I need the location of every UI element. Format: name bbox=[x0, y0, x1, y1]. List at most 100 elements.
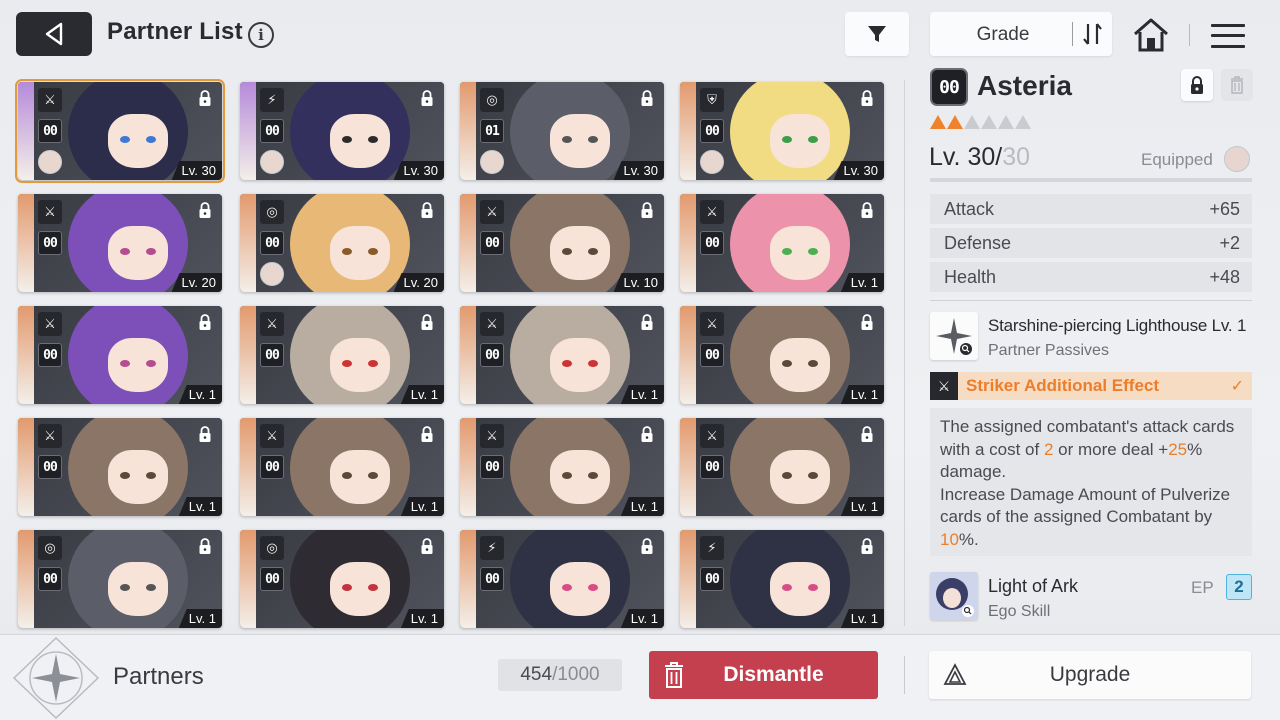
card-rarity-stripe bbox=[18, 82, 34, 180]
grade-badge: 00 bbox=[260, 231, 284, 255]
partner-card[interactable]: ◎ 00 Lv. 1 bbox=[18, 530, 222, 628]
partner-grid: ⚔ 00 Lv. 30 ⚡ 00 Lv. 30 ◎ 01 Lv. 30 ⛨ 00 Lv. 30 ⚔ 00 L… bbox=[15, 79, 884, 632]
delete-button[interactable] bbox=[1221, 69, 1253, 101]
card-rarity-stripe bbox=[460, 530, 476, 628]
grade-badge: 00 bbox=[38, 119, 62, 143]
partner-card[interactable]: ⚔ 00 Lv. 1 bbox=[680, 306, 884, 404]
partner-card[interactable]: ⚔ 00 Lv. 1 bbox=[240, 306, 444, 404]
card-level: Lv. 30 bbox=[171, 161, 222, 180]
star-rating bbox=[930, 115, 1031, 129]
partner-card[interactable]: ⚔ 00 Lv. 1 bbox=[680, 194, 884, 292]
stats-divider bbox=[930, 300, 1252, 301]
filter-icon bbox=[868, 26, 886, 42]
partner-card[interactable]: ⚔ 00 Lv. 1 bbox=[460, 306, 664, 404]
sort-selector[interactable]: Grade bbox=[930, 12, 1112, 56]
passive-subtitle: Partner Passives bbox=[988, 342, 1109, 359]
portrait-face bbox=[550, 450, 610, 504]
portrait-face bbox=[770, 450, 830, 504]
partner-card[interactable]: ⚔ 00 Lv. 30 bbox=[15, 79, 225, 183]
partner-card[interactable]: ◎ 01 Lv. 30 bbox=[460, 82, 664, 180]
effect-header[interactable]: ⚔ Striker Additional Effect ✓ bbox=[930, 372, 1252, 400]
ep-value-badge: 2 bbox=[1226, 574, 1252, 600]
partners-emblem-icon bbox=[12, 636, 100, 720]
partner-card[interactable]: ⚔ 00 Lv. 1 bbox=[240, 418, 444, 516]
dismantle-button[interactable]: Dismantle bbox=[649, 651, 878, 699]
partner-card[interactable]: ◎ 00 Lv. 20 bbox=[240, 194, 444, 292]
partner-card[interactable]: ⚔ 00 Lv. 1 bbox=[18, 306, 222, 404]
grade-badge: 00 bbox=[700, 231, 724, 255]
stat-row-attack: Attack +65 bbox=[930, 194, 1252, 224]
equipped-avatar[interactable] bbox=[1224, 146, 1250, 172]
class-icon: ◎ bbox=[260, 536, 284, 560]
lock-icon bbox=[418, 536, 436, 556]
partner-card[interactable]: ⛨ 00 Lv. 30 bbox=[680, 82, 884, 180]
effect-text: or more deal + bbox=[1053, 439, 1169, 459]
ego-skill-icon[interactable] bbox=[930, 572, 978, 620]
sort-direction-button[interactable] bbox=[1078, 20, 1108, 48]
card-rarity-stripe bbox=[680, 82, 696, 180]
lock-icon bbox=[858, 536, 876, 556]
back-button[interactable] bbox=[16, 12, 92, 56]
lock-icon bbox=[638, 312, 656, 332]
partner-card[interactable]: ⚔ 00 Lv. 10 bbox=[460, 194, 664, 292]
lock-icon bbox=[638, 88, 656, 108]
lock-button[interactable] bbox=[1181, 69, 1213, 101]
stat-value: +65 bbox=[1209, 198, 1240, 219]
card-rarity-stripe bbox=[18, 418, 34, 516]
class-icon: ⚔ bbox=[38, 424, 62, 448]
menu-icon-line bbox=[1211, 34, 1245, 38]
portrait-eye bbox=[808, 360, 818, 367]
card-rarity-stripe bbox=[18, 530, 34, 628]
partner-card[interactable]: ⚡ 00 Lv. 1 bbox=[680, 530, 884, 628]
menu-icon-line bbox=[1211, 45, 1245, 49]
partner-card[interactable]: ◎ 00 Lv. 1 bbox=[240, 530, 444, 628]
bottom-separator bbox=[904, 656, 905, 694]
portrait-eye bbox=[120, 472, 130, 479]
portrait-eye bbox=[342, 136, 352, 143]
portrait-face bbox=[330, 226, 390, 280]
upgrade-button[interactable]: Upgrade bbox=[929, 651, 1251, 699]
trash-icon bbox=[649, 661, 699, 689]
partner-count: 454 / 1000 bbox=[498, 659, 622, 691]
count-total: 1000 bbox=[557, 664, 600, 685]
portrait-eye bbox=[146, 136, 156, 143]
portrait-eye bbox=[588, 360, 598, 367]
equipped-combatant-avatar bbox=[700, 150, 724, 174]
portrait-face bbox=[108, 226, 168, 280]
home-button[interactable] bbox=[1130, 14, 1172, 56]
passive-skill-icon[interactable] bbox=[930, 312, 978, 360]
sort-divider bbox=[1072, 22, 1073, 46]
top-separator bbox=[1189, 24, 1190, 46]
card-level: Lv. 30 bbox=[833, 161, 884, 180]
class-icon: ⚡ bbox=[260, 88, 284, 112]
card-level: Lv. 30 bbox=[613, 161, 664, 180]
portrait-eye bbox=[146, 360, 156, 367]
class-icon: ◎ bbox=[260, 200, 284, 224]
portrait-face bbox=[330, 114, 390, 168]
partner-card[interactable]: ⚡ 00 Lv. 1 bbox=[460, 530, 664, 628]
class-icon: ◎ bbox=[38, 536, 62, 560]
partner-card[interactable]: ⚔ 00 Lv. 1 bbox=[18, 418, 222, 516]
grade-badge: 00 bbox=[38, 567, 62, 591]
partner-card[interactable]: ⚔ 00 Lv. 1 bbox=[460, 418, 664, 516]
lock-icon bbox=[196, 200, 214, 220]
partner-card[interactable]: ⚡ 00 Lv. 30 bbox=[240, 82, 444, 180]
portrait-eye bbox=[368, 136, 378, 143]
grade-badge: 00 bbox=[700, 455, 724, 479]
partner-card[interactable]: ⚔ 00 Lv. 20 bbox=[18, 194, 222, 292]
menu-button[interactable] bbox=[1208, 16, 1248, 56]
class-icon: ◎ bbox=[480, 88, 504, 112]
portrait-face bbox=[108, 114, 168, 168]
portrait-eye bbox=[146, 584, 156, 591]
info-icon[interactable]: i bbox=[248, 22, 274, 48]
portrait-eye bbox=[368, 584, 378, 591]
card-rarity-stripe bbox=[240, 194, 256, 292]
equipped-label: Equipped bbox=[1141, 150, 1213, 169]
card-rarity-stripe bbox=[460, 418, 476, 516]
card-level: Lv. 10 bbox=[613, 273, 664, 292]
portrait-eye bbox=[562, 248, 572, 255]
partner-card[interactable]: ⚔ 00 Lv. 1 bbox=[680, 418, 884, 516]
filter-button[interactable] bbox=[845, 12, 909, 56]
portrait-eye bbox=[782, 248, 792, 255]
card-rarity-stripe bbox=[460, 82, 476, 180]
